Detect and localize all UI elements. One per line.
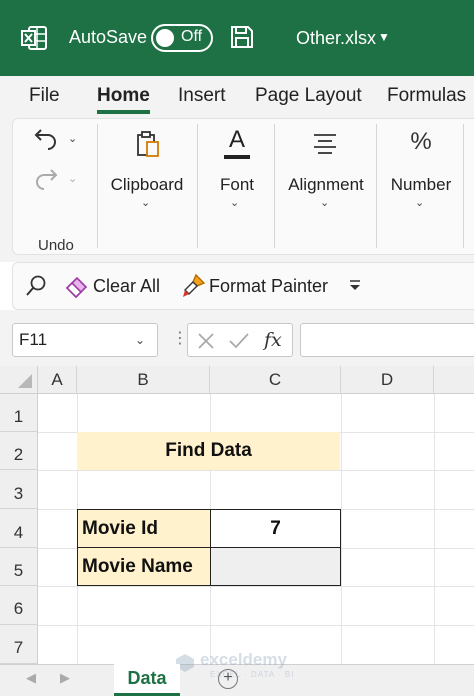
sheet-next-icon[interactable]: ▶: [60, 670, 70, 686]
movie-id-label-cell[interactable]: Movie Id: [77, 509, 211, 548]
autosave-state: Off: [181, 28, 203, 45]
name-box[interactable]: F11 ⌄: [12, 323, 158, 357]
find-data-title-cell[interactable]: Find Data: [77, 432, 340, 470]
file-name-dropdown-icon[interactable]: ▼: [378, 30, 390, 44]
undo-group-label: Undo: [38, 237, 74, 254]
clipboard-icon[interactable]: [134, 130, 162, 160]
format-painter-icon[interactable]: [180, 273, 206, 299]
grid-line: [38, 470, 474, 471]
column-header-b[interactable]: B: [77, 366, 210, 394]
font-dropdown-icon[interactable]: ⌄: [230, 196, 239, 209]
sheet-prev-icon[interactable]: ◀: [26, 670, 36, 686]
row-header-2[interactable]: 2: [0, 432, 38, 470]
insert-function-icon[interactable]: fx: [264, 329, 282, 351]
group-separator: [97, 124, 98, 248]
clear-all-button[interactable]: Clear All: [93, 276, 160, 297]
undo-icon[interactable]: [32, 124, 60, 150]
title-bar: AutoSave Off Other.xlsx ▼: [0, 0, 474, 76]
autosave-label: AutoSave: [69, 27, 148, 47]
select-all-corner[interactable]: [0, 366, 38, 394]
enter-check-icon: [229, 333, 249, 349]
row-header-4[interactable]: 4: [0, 509, 38, 548]
autosave-toggle[interactable]: Off: [151, 24, 213, 52]
number-label[interactable]: Number: [386, 175, 456, 195]
clipboard-dropdown-icon[interactable]: ⌄: [141, 196, 150, 209]
tab-home[interactable]: Home: [97, 85, 150, 107]
search-icon[interactable]: [24, 274, 48, 298]
group-separator: [463, 124, 464, 248]
alignment-icon[interactable]: [312, 132, 338, 154]
group-separator: [197, 124, 198, 248]
formula-buttons: fx: [187, 323, 293, 357]
column-header-d[interactable]: D: [341, 366, 434, 394]
row-header-3[interactable]: 3: [0, 470, 38, 509]
row-header-1[interactable]: 1: [0, 394, 38, 432]
formula-bar-grip-icon[interactable]: ⋮: [172, 328, 188, 348]
watermark-brand: exceldemy: [200, 650, 287, 669]
add-sheet-icon[interactable]: +: [218, 669, 238, 689]
grid-line: [38, 625, 474, 626]
movie-name-value-cell[interactable]: [210, 547, 341, 586]
group-separator: [376, 124, 377, 248]
movie-name-label-cell[interactable]: Movie Name: [77, 547, 211, 586]
quick-bar-more-icon[interactable]: [348, 279, 362, 293]
font-color-bar: [224, 155, 250, 159]
formula-input[interactable]: [300, 323, 474, 357]
select-all-icon: [18, 374, 32, 388]
format-painter-button[interactable]: Format Painter: [209, 276, 328, 297]
font-label[interactable]: Font: [210, 175, 264, 195]
name-box-dropdown-icon[interactable]: ⌄: [135, 333, 145, 347]
group-separator: [274, 124, 275, 248]
excel-logo-icon: [21, 26, 47, 50]
tab-file[interactable]: File: [29, 85, 60, 107]
column-header-a[interactable]: A: [38, 366, 77, 394]
name-box-value: F11: [19, 330, 48, 349]
cancel-icon: [198, 333, 214, 349]
redo-icon: [36, 169, 58, 190]
alignment-dropdown-icon[interactable]: ⌄: [320, 196, 329, 209]
column-header-c[interactable]: C: [210, 366, 341, 394]
active-tab-indicator: [97, 110, 150, 114]
toggle-knob: [156, 29, 174, 47]
font-icon[interactable]: A: [226, 126, 248, 154]
tab-page-layout[interactable]: Page Layout: [255, 85, 362, 107]
clipboard-label[interactable]: Clipboard: [108, 175, 186, 195]
row-header-5[interactable]: 5: [0, 548, 38, 586]
grid-line: [434, 394, 435, 664]
exceldemy-watermark: exceldemy EXCEL · DATA · BI: [170, 650, 310, 686]
undo-dropdown-icon[interactable]: ⌄: [68, 132, 77, 145]
number-dropdown-icon[interactable]: ⌄: [415, 196, 424, 209]
grid-line: [341, 394, 342, 664]
redo-dropdown-icon: ⌄: [68, 173, 78, 185]
tab-formulas[interactable]: Formulas: [387, 85, 466, 107]
number-percent-icon[interactable]: %: [408, 128, 434, 156]
tab-insert[interactable]: Insert: [178, 85, 226, 107]
alignment-label[interactable]: Alignment: [284, 175, 368, 195]
grid-line: [38, 586, 474, 587]
row-header-7[interactable]: 7: [0, 625, 38, 664]
movie-id-value-cell[interactable]: 7: [210, 509, 341, 548]
sheet-tab-data[interactable]: Data: [114, 664, 180, 696]
row-header-6[interactable]: 6: [0, 586, 38, 625]
save-icon[interactable]: [229, 24, 255, 50]
file-name[interactable]: Other.xlsx: [296, 28, 376, 49]
eraser-icon[interactable]: [64, 274, 90, 298]
column-header-e[interactable]: [434, 366, 474, 394]
